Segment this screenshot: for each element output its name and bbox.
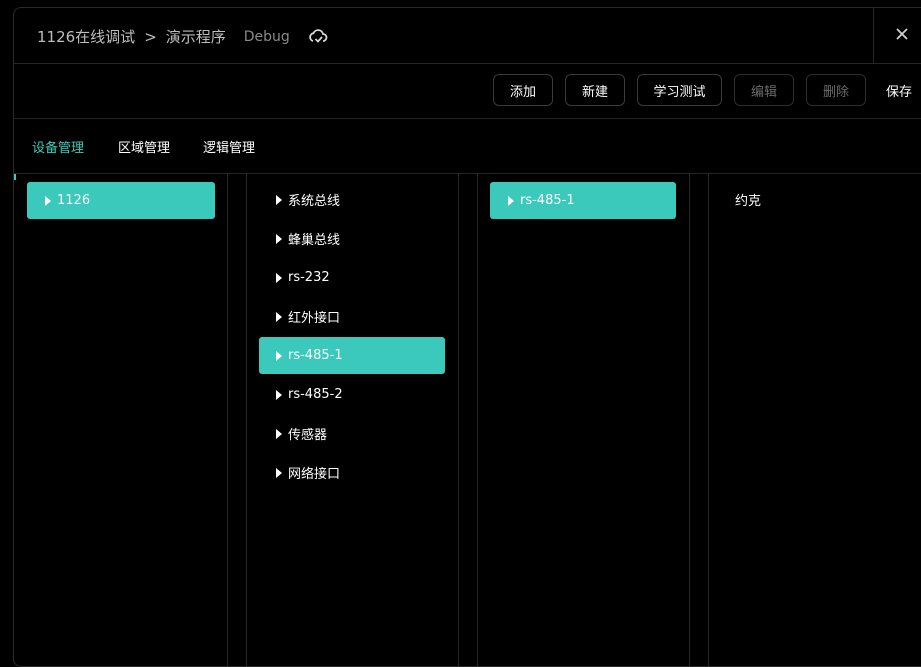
tab-bar: 设备管理 区域管理 逻辑管理 bbox=[14, 118, 921, 174]
new-button[interactable]: 新建 bbox=[565, 74, 625, 106]
port-item-selected[interactable]: rs-485-1 bbox=[490, 182, 676, 219]
tab-area-management[interactable]: 区域管理 bbox=[118, 137, 170, 156]
bus-item[interactable]: rs-485-2 bbox=[259, 376, 445, 413]
module-item[interactable]: 约克 bbox=[721, 181, 901, 218]
caret-right-icon bbox=[276, 467, 282, 478]
toolbar: 添加 新建 学习测试 编辑 删除 保存 bbox=[14, 63, 921, 119]
bus-item-label: rs-232 bbox=[288, 270, 330, 285]
bus-item[interactable]: 红外接口 bbox=[259, 298, 445, 335]
bus-item-label: rs-485-2 bbox=[288, 387, 343, 402]
bus-item-label: rs-485-1 bbox=[288, 348, 343, 363]
tab-device-management[interactable]: 设备管理 bbox=[32, 137, 84, 156]
save-button[interactable]: 保存 bbox=[886, 74, 912, 106]
delete-button[interactable]: 删除 bbox=[806, 74, 866, 106]
add-button[interactable]: 添加 bbox=[493, 74, 553, 106]
learn-test-button[interactable]: 学习测试 bbox=[637, 74, 722, 106]
column-accent-edge bbox=[14, 174, 16, 180]
column-divider bbox=[708, 174, 709, 666]
device-item-label: 1126 bbox=[57, 193, 91, 208]
bus-item-label: 红外接口 bbox=[288, 311, 341, 326]
column-divider bbox=[689, 174, 690, 666]
mode-label: Debug bbox=[243, 28, 290, 45]
breadcrumb: 1126在线调试 > 演示程序 Debug bbox=[37, 26, 328, 47]
caret-right-icon bbox=[276, 350, 282, 361]
column-divider bbox=[477, 174, 478, 666]
caret-right-icon bbox=[276, 311, 282, 322]
module-item-label: 约克 bbox=[735, 194, 762, 209]
close-icon bbox=[896, 28, 908, 40]
caret-right-icon bbox=[276, 272, 282, 283]
column-divider bbox=[227, 174, 228, 666]
tab-logic-management[interactable]: 逻辑管理 bbox=[203, 137, 255, 156]
column-divider bbox=[458, 174, 459, 666]
bus-item-label: 系统总线 bbox=[288, 194, 341, 209]
edit-button[interactable]: 编辑 bbox=[734, 74, 794, 106]
caret-right-icon bbox=[276, 389, 282, 400]
breadcrumb-current: 演示程序 bbox=[165, 28, 226, 46]
bus-item-label: 传感器 bbox=[288, 428, 328, 443]
column-divider bbox=[246, 174, 247, 666]
bus-item-selected[interactable]: rs-485-1 bbox=[259, 337, 445, 374]
bus-item-label: 蜂巢总线 bbox=[288, 233, 341, 248]
window-header: 1126在线调试 > 演示程序 Debug bbox=[14, 8, 921, 64]
bus-item[interactable]: 网络接口 bbox=[259, 454, 445, 491]
caret-right-icon bbox=[45, 195, 51, 206]
bus-item[interactable]: 传感器 bbox=[259, 415, 445, 452]
debug-window: 1126在线调试 > 演示程序 Debug 添加 新建 学习测试 编辑 删除 保… bbox=[13, 7, 921, 667]
caret-right-icon bbox=[276, 233, 282, 244]
device-item-1126[interactable]: 1126 bbox=[27, 182, 215, 219]
port-item-label: rs-485-1 bbox=[520, 193, 575, 208]
bus-item[interactable]: 系统总线 bbox=[259, 181, 445, 218]
close-button[interactable] bbox=[873, 8, 921, 63]
caret-right-icon bbox=[276, 428, 282, 439]
cloud-sync-icon[interactable] bbox=[308, 28, 328, 46]
bus-item-label: 网络接口 bbox=[288, 467, 341, 482]
breadcrumb-separator: > bbox=[144, 27, 157, 46]
caret-right-icon bbox=[508, 195, 514, 206]
bus-item[interactable]: rs-232 bbox=[259, 259, 445, 296]
bus-item[interactable]: 蜂巢总线 bbox=[259, 220, 445, 257]
breadcrumb-root[interactable]: 1126在线调试 bbox=[37, 26, 135, 47]
caret-right-icon bbox=[276, 194, 282, 205]
